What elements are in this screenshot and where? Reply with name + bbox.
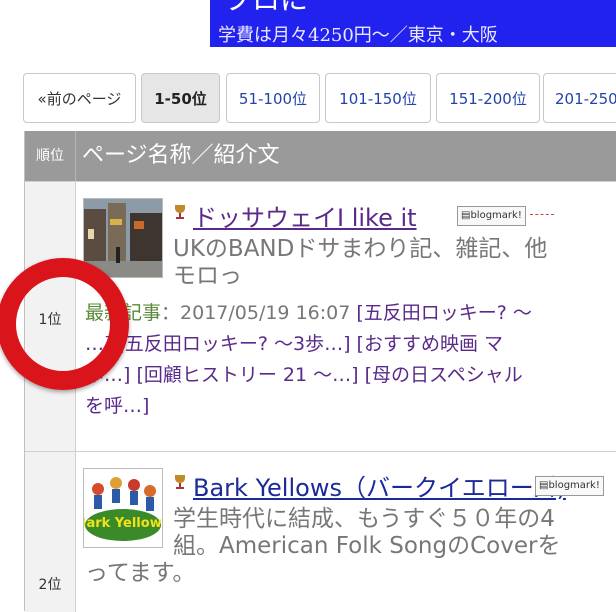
blog-title-link[interactable]: Bark Yellows（バークイエローズ) — [193, 468, 566, 503]
blog-title-link[interactable]: ドッサウェイI like it — [193, 198, 417, 233]
pagination: «前のページ 1-50位 51-100位 101-150位 151-200位 2… — [23, 73, 616, 125]
page-201-250-button[interactable]: 201-250位 — [543, 73, 616, 123]
page-101-150-button[interactable]: 101-150位 — [325, 73, 431, 123]
page-1-50-button[interactable]: 1-50位 — [141, 73, 220, 123]
blogmark-label: blogmark! — [470, 210, 522, 221]
trophy-icon — [172, 474, 188, 494]
recent-date: ：2017/05/19 16:07 — [161, 302, 351, 324]
rank-cell: 2位 — [25, 452, 76, 612]
recent-post-link[interactable]: [おすすめ映画 マ — [357, 333, 503, 355]
recent-post-link[interactable]: [母の日スペシャル — [365, 364, 523, 386]
band-logo-image: Bark Yellows — [84, 469, 162, 547]
trophy-icon — [172, 204, 188, 224]
recent-post-link[interactable]: [五反田ロッキー? ～ — [356, 302, 532, 324]
prev-page-button[interactable]: «前のページ — [23, 73, 136, 123]
blogmark-button[interactable]: ▤blogmark! — [535, 476, 604, 496]
banner-subtitle: 学費は月々4250円～／東京・大阪 — [218, 25, 498, 46]
blog-description-line: 学生時代に結成、もうすぐ５０年の4 — [173, 506, 555, 532]
blog-thumbnail[interactable]: Bark Yellows — [83, 468, 163, 548]
blog-description-line: UKのBANDドサまわり記、雑記、他 — [173, 236, 548, 262]
ranking-table: 順位 ページ名称／紹介文 1位 ドッサウェイI like it ▤blogmar… — [24, 131, 616, 612]
street-scene-image — [84, 199, 162, 277]
table-row: 2位 Bark Yellows Bark Yellows（バークイエローズ) ▤ — [25, 451, 616, 612]
rank-label: 2位 — [38, 577, 62, 593]
blog-description-line: 組。American Folk SongのCoverを — [173, 533, 561, 559]
page-151-200-button[interactable]: 151-200位 — [436, 73, 540, 123]
decorative-arrow-icon — [530, 214, 554, 215]
banner-headline: プロに — [224, 0, 308, 18]
blog-description-line: ってます。 — [85, 560, 196, 586]
blogmark-label: blogmark! — [548, 480, 600, 491]
recent-posts: 最新記事：2017/05/19 16:07 [五反田ロッキー? ～ …] [五反… — [85, 298, 616, 422]
recent-post-link[interactable]: を呼…] — [85, 395, 149, 417]
red-ring-icon — [0, 258, 129, 390]
blogmark-button[interactable]: ▤blogmark! — [457, 206, 526, 226]
band-logo-text: Bark Yellows — [84, 516, 162, 531]
ad-banner[interactable]: プロに 学費は月々4250円～／東京・大阪 — [210, 0, 616, 47]
recent-post-link[interactable]: [回顧ヒストリー 21 ～…] — [136, 364, 358, 386]
rank-column-header: 順位 — [25, 131, 76, 181]
page-51-100-button[interactable]: 51-100位 — [226, 73, 320, 123]
table-header: 順位 ページ名称／紹介文 — [25, 131, 616, 181]
blog-description-line: モロっ — [173, 263, 242, 289]
name-column-header: ページ名称／紹介文 — [82, 143, 280, 168]
